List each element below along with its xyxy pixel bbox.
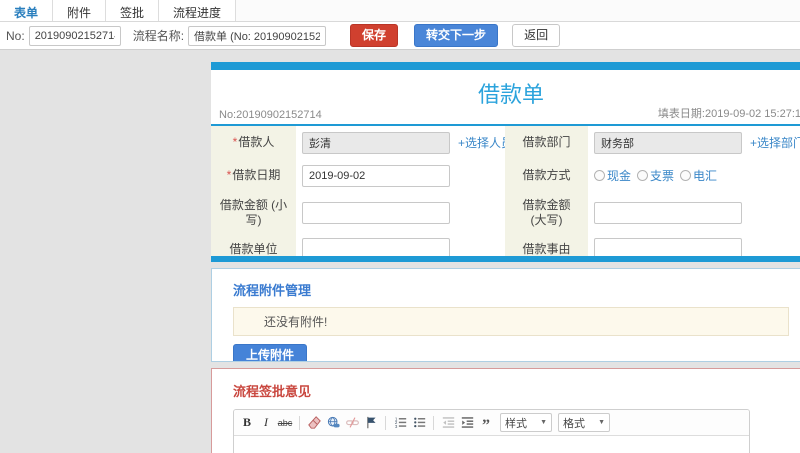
loan-form-panel: 借款单 No:20190902152714 填表日期:2019-09-02 15… — [211, 62, 800, 262]
loan-method-label: 借款方式 — [505, 159, 588, 192]
no-label: No: — [6, 28, 25, 43]
process-name-label: 流程名称: — [132, 29, 185, 43]
approval-panel-title: 流程签批意见 — [233, 384, 312, 399]
ordered-list-icon[interactable]: 123 — [392, 415, 408, 431]
bold-button[interactable]: B — [239, 415, 255, 431]
indent-icon[interactable] — [459, 415, 475, 431]
forward-next-step-button[interactable]: 转交下一步 — [414, 24, 499, 47]
top-tab-bar: 表单 附件 签批 流程进度 — [0, 0, 800, 22]
loan-reason-input[interactable] — [594, 238, 742, 256]
radio-icon[interactable] — [680, 170, 692, 181]
amount-lower-label: 借款金额 (小写) — [211, 192, 296, 234]
method-radio-cash[interactable]: 现金 — [594, 167, 631, 184]
required-mark: * — [226, 168, 232, 182]
loan-unit-input[interactable] — [302, 238, 450, 256]
unordered-list-icon[interactable] — [411, 415, 427, 431]
borrower-label: * 借款人 — [211, 126, 296, 159]
chevron-down-icon: ▼ — [598, 419, 605, 426]
outdent-icon[interactable] — [440, 415, 456, 431]
link-icon[interactable] — [325, 415, 341, 431]
attachment-panel: 流程附件管理 还没有附件! 上传附件 — [211, 268, 800, 362]
method-radio-check[interactable]: 支票 — [637, 167, 674, 184]
toolbar-separator — [433, 415, 434, 430]
chevron-down-icon: ▼ — [540, 419, 547, 426]
tab-process-progress[interactable]: 流程进度 — [159, 0, 237, 21]
method-radio-wire[interactable]: 电汇 — [680, 167, 717, 184]
radio-icon[interactable] — [594, 170, 605, 181]
loan-date-label: * 借款日期 — [211, 159, 296, 192]
no-input[interactable] — [28, 25, 121, 46]
select-department-link[interactable]: +选择部门 — [750, 134, 800, 151]
format-dropdown[interactable]: 格式 ▼ — [558, 413, 610, 432]
svg-text:3: 3 — [394, 424, 397, 429]
save-button[interactable]: 保存 — [350, 24, 399, 47]
no-attachment-alert: 还没有附件! — [233, 307, 789, 336]
approval-panel: 流程签批意见 B I abc 1 2 3 ” 样式 ▼ 格式 ▼ — [211, 368, 800, 453]
editor-toolbar: B I abc 1 2 3 ” 样式 ▼ 格式 ▼ — [234, 410, 749, 436]
styles-dropdown[interactable]: 样式 ▼ — [500, 413, 552, 432]
rich-text-editor: B I abc 1 2 3 ” 样式 ▼ 格式 ▼ — [233, 409, 750, 453]
upload-attachment-button[interactable]: 上传附件 — [233, 344, 308, 361]
blockquote-icon[interactable]: ” — [478, 415, 494, 433]
process-name-input[interactable] — [188, 25, 327, 46]
form-title: 借款单 — [477, 82, 544, 107]
toolbar-separator — [299, 415, 300, 430]
form-meta-row: No:20190902152714 填表日期:2019-09-02 15:27:… — [211, 108, 800, 126]
italic-button[interactable]: I — [258, 415, 274, 431]
loan-unit-label: 借款单位 — [211, 234, 296, 256]
tab-approval[interactable]: 签批 — [106, 0, 160, 21]
attachment-panel-title: 流程附件管理 — [233, 283, 312, 298]
department-input[interactable] — [594, 131, 742, 154]
radio-icon[interactable] — [637, 170, 649, 181]
editor-content-area[interactable] — [234, 436, 749, 453]
back-button[interactable]: 返回 — [512, 24, 561, 47]
borrower-input[interactable] — [302, 131, 450, 154]
form-grid: * 借款人 +选择人员 借款部门 +选择部门 * 借款日期 借款方式 现金 — [211, 126, 800, 256]
remove-format-icon[interactable] — [306, 415, 322, 431]
action-toolbar: No: 流程名称: 保存 转交下一步 返回 — [0, 22, 800, 50]
anchor-flag-icon[interactable] — [363, 415, 379, 431]
department-label: 借款部门 — [505, 126, 588, 159]
unlink-icon[interactable] — [344, 415, 360, 431]
strikethrough-button[interactable]: abc — [277, 415, 293, 431]
amount-lower-input[interactable] — [302, 202, 450, 224]
tab-form[interactable]: 表单 — [0, 0, 54, 21]
doc-number: No:20190902152714 — [219, 109, 322, 121]
loan-reason-label: 借款事由 — [505, 234, 588, 256]
tab-attachments[interactable]: 附件 — [53, 0, 107, 21]
required-mark: * — [232, 135, 238, 149]
amount-upper-input[interactable] — [594, 202, 742, 224]
loan-date-input[interactable] — [302, 164, 450, 187]
amount-upper-label: 借款金额 (大写) — [505, 192, 588, 234]
fill-date: 填表日期:2019-09-02 15:27:1 — [657, 108, 800, 120]
toolbar-separator — [385, 415, 386, 430]
